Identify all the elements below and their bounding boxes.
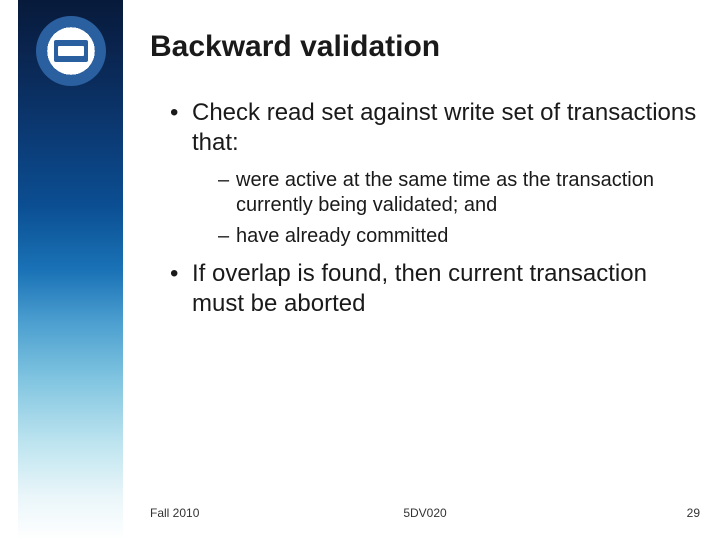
footer-right: 29	[687, 506, 700, 520]
slide-content: Backward validation Check read set again…	[150, 30, 700, 520]
bullet-text: Check read set against write set of tran…	[192, 99, 696, 156]
bullet-text: If overlap is found, then current transa…	[192, 260, 647, 317]
slide-footer: Fall 2010 5DV020 29	[150, 506, 700, 520]
sub-item: were active at the same time as the tran…	[218, 168, 700, 218]
bullet-list: Check read set against write set of tran…	[150, 98, 700, 319]
bullet-item: If overlap is found, then current transa…	[170, 259, 700, 319]
sub-item: have already committed	[218, 224, 700, 249]
university-logo	[36, 16, 106, 86]
slide-title: Backward validation	[150, 30, 700, 64]
sub-list: were active at the same time as the tran…	[192, 168, 700, 249]
footer-center: 5DV020	[403, 506, 446, 520]
footer-left: Fall 2010	[150, 506, 199, 520]
bullet-item: Check read set against write set of tran…	[170, 98, 700, 249]
